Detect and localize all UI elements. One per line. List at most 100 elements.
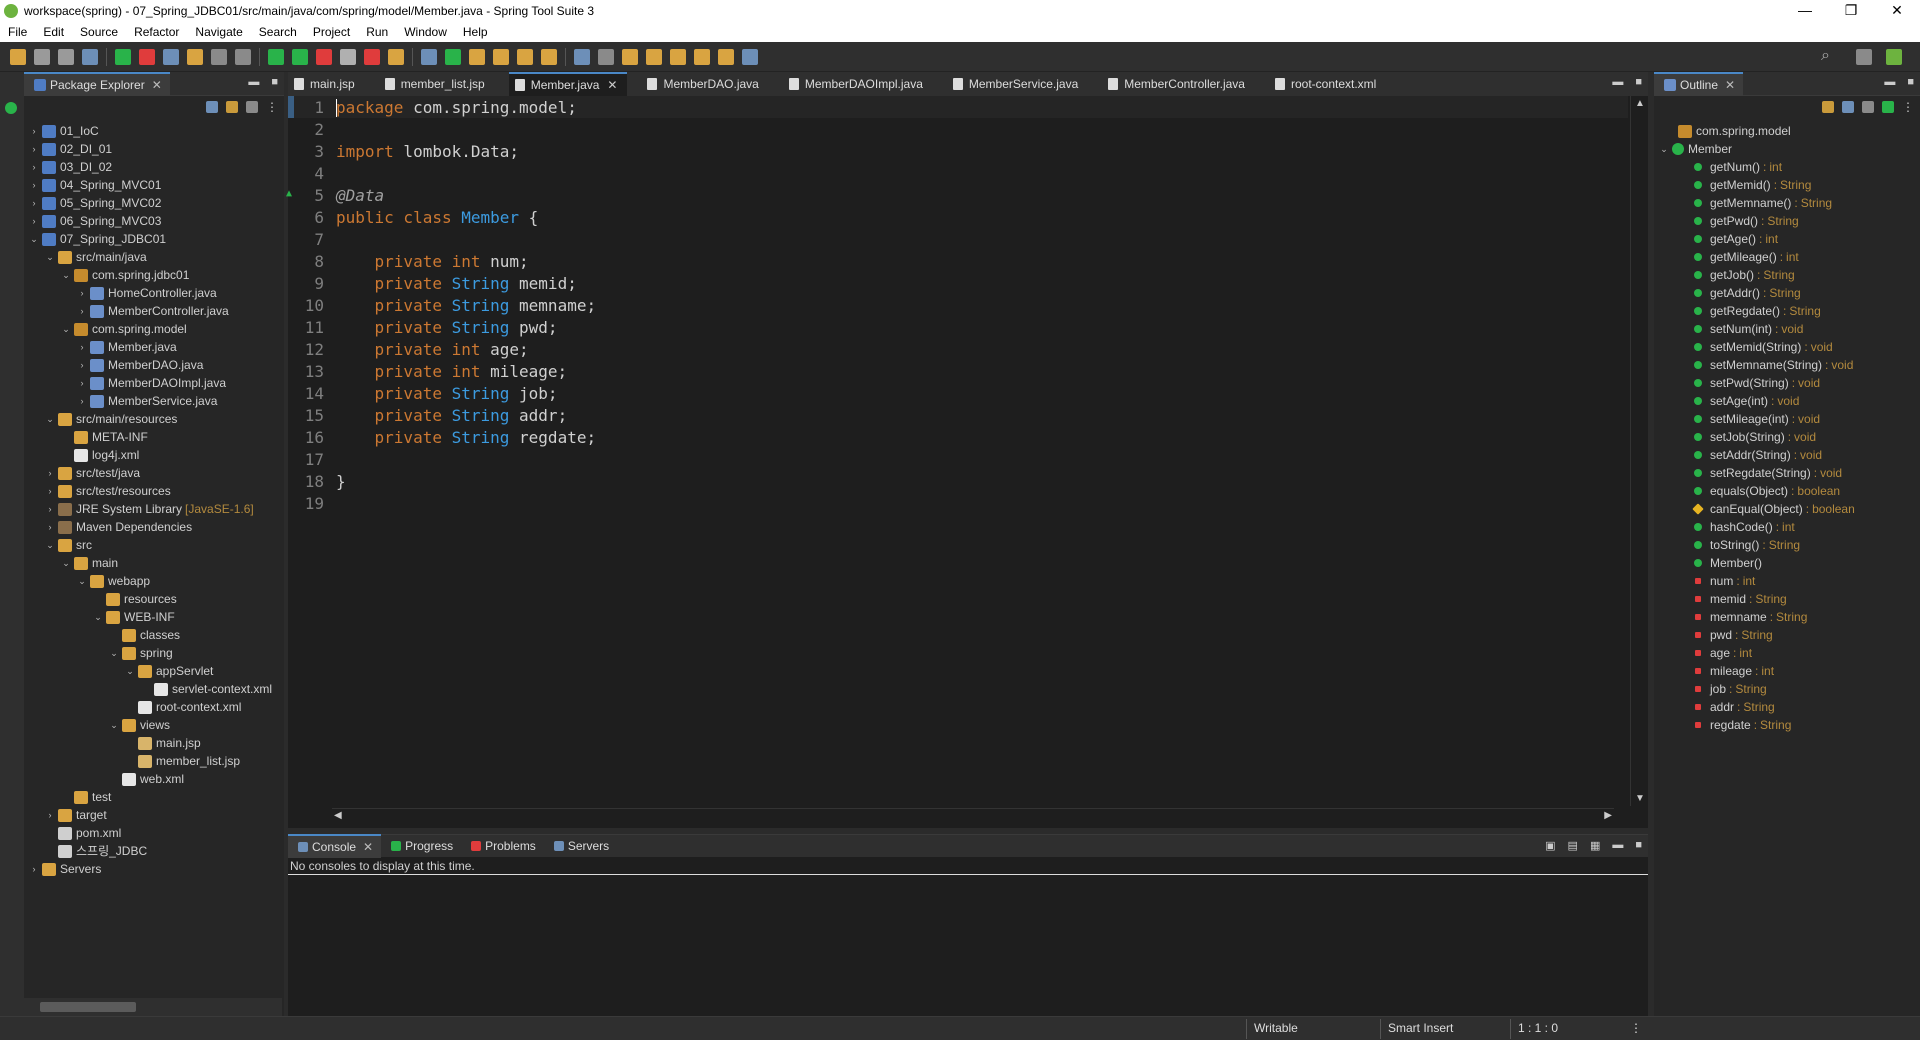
tree-item[interactable]: ⌄ main (60, 554, 118, 572)
toolbar-button-icon[interactable] (163, 48, 179, 65)
toolbar-button-icon[interactable] (115, 48, 131, 65)
code-line[interactable]: private String job; (336, 384, 558, 403)
toolbar-button-icon[interactable] (598, 48, 614, 65)
chevron-down-icon[interactable]: ⌄ (124, 662, 136, 680)
menu-item-run[interactable]: Run (358, 25, 396, 39)
tree-item[interactable]: 스프링_JDBC (44, 842, 147, 860)
tree-item[interactable]: › 06_Spring_MVC03 (28, 212, 162, 230)
toolbar-button-icon[interactable] (364, 48, 380, 65)
outline-member[interactable]: setMileage(int): void (1690, 410, 1820, 428)
toolbar-button-icon[interactable] (211, 48, 227, 65)
tree-item[interactable]: ⌄ com.spring.jdbc01 (60, 266, 189, 284)
editor-vertical-scrollbar[interactable]: ▲ ▼ (1630, 96, 1648, 806)
chevron-right-icon[interactable]: › (44, 482, 56, 500)
tab-console[interactable]: Console ✕ (288, 834, 382, 858)
tree-item[interactable]: ⌄ webapp (76, 572, 150, 590)
minimize-button[interactable]: — (1782, 0, 1828, 22)
menu-item-window[interactable]: Window (396, 25, 455, 39)
view-menu-icon[interactable]: ⋮ (1902, 100, 1914, 114)
menu-item-edit[interactable]: Edit (35, 25, 72, 39)
chevron-right-icon[interactable]: › (44, 806, 56, 824)
tree-item[interactable]: web.xml (108, 770, 184, 788)
tree-item[interactable]: root-context.xml (124, 698, 241, 716)
toolbar-button-icon[interactable] (445, 48, 461, 65)
scroll-up-icon[interactable]: ▲ (1635, 98, 1645, 109)
collapse-all-icon[interactable] (206, 101, 218, 113)
tree-item[interactable]: › 02_DI_01 (28, 140, 113, 158)
editor-tab[interactable]: MemberDAO.java (641, 72, 768, 96)
outline-member[interactable]: Member() (1690, 554, 1762, 572)
menu-item-help[interactable]: Help (455, 25, 496, 39)
pin-console-icon[interactable]: ▣ (1545, 839, 1555, 852)
toolbar-button-icon[interactable] (235, 48, 251, 65)
tree-item[interactable]: › HomeController.java (76, 284, 217, 302)
scroll-left-icon[interactable]: ◀ (334, 810, 342, 821)
chevron-down-icon[interactable]: ⌄ (28, 230, 40, 248)
code-line[interactable]: private int mileage; (336, 362, 568, 381)
code-line[interactable]: private int num; (336, 252, 529, 271)
code-line[interactable]: private int age; (336, 340, 529, 359)
tab-progress[interactable]: Progress (381, 834, 461, 858)
tree-item[interactable]: main.jsp (124, 734, 201, 752)
menu-item-refactor[interactable]: Refactor (126, 25, 187, 39)
menu-item-search[interactable]: Search (251, 25, 305, 39)
close-button[interactable]: ✕ (1874, 0, 1920, 22)
toolbar-button-icon[interactable] (646, 48, 662, 65)
toolbar-button-icon[interactable] (517, 48, 533, 65)
tree-item[interactable]: log4j.xml (60, 446, 139, 464)
hide-static-icon[interactable] (1882, 101, 1894, 113)
tree-item[interactable]: › 04_Spring_MVC01 (28, 176, 162, 194)
toolbar-button-icon[interactable] (421, 48, 437, 65)
maximize-view-icon[interactable]: ■ (271, 76, 278, 88)
toolbar-button-icon[interactable] (268, 48, 284, 65)
code-line[interactable]: private String addr; (336, 406, 568, 425)
menu-item-navigate[interactable]: Navigate (187, 25, 250, 39)
search-icon[interactable]: ⌕ (1821, 47, 1830, 65)
chevron-right-icon[interactable]: › (44, 464, 56, 482)
toolbar-button-icon[interactable] (574, 48, 590, 65)
tree-item[interactable]: ⌄ views (108, 716, 170, 734)
toolbar-button-icon[interactable] (469, 48, 485, 65)
tree-item[interactable]: ⌄ spring (108, 644, 172, 662)
horizontal-scrollbar[interactable] (24, 998, 282, 1016)
chevron-down-icon[interactable]: ⌄ (60, 320, 72, 338)
status-menu-icon[interactable]: ⋮ (1630, 1021, 1642, 1035)
outline-member[interactable]: setPwd(String): void (1690, 374, 1820, 392)
outline-member[interactable]: getRegdate(): String (1690, 302, 1821, 320)
tree-item[interactable]: › Servers (28, 860, 102, 878)
outline-member[interactable]: canEqual(Object): boolean (1690, 500, 1855, 518)
outline-member[interactable]: setAge(int): void (1690, 392, 1799, 410)
toolbar-button-icon[interactable] (139, 48, 155, 65)
tree-item[interactable]: › MemberController.java (76, 302, 229, 320)
toolbar-button-icon[interactable] (670, 48, 686, 65)
focus-icon[interactable] (246, 101, 258, 113)
code-line[interactable]: } (336, 472, 346, 491)
editor-tab[interactable]: member_list.jsp (379, 72, 495, 96)
toolbar-button-icon[interactable] (694, 48, 710, 65)
spring-boot-dashboard-icon[interactable] (5, 102, 17, 114)
chevron-down-icon[interactable]: ⌄ (44, 410, 56, 428)
tree-item[interactable]: › target (44, 806, 107, 824)
chevron-right-icon[interactable]: › (76, 392, 88, 410)
editor-tab[interactable]: Member.java ✕ (508, 72, 628, 96)
menu-item-file[interactable]: File (0, 25, 35, 39)
chevron-right-icon[interactable]: › (76, 374, 88, 392)
display-console-icon[interactable]: ▤ (1568, 839, 1578, 852)
close-icon[interactable]: ✕ (1725, 78, 1735, 92)
outline-member[interactable]: getMemname(): String (1690, 194, 1832, 212)
tree-item[interactable]: ⌄ WEB-INF (92, 608, 174, 626)
tab-package-explorer[interactable]: Package Explorer ✕ (24, 71, 170, 96)
outline-member[interactable]: getMemid(): String (1690, 176, 1811, 194)
outline-member[interactable]: hashCode(): int (1690, 518, 1795, 536)
code-line[interactable]: private String regdate; (336, 428, 597, 447)
tree-item[interactable]: › 01_IoC (28, 122, 99, 140)
tree-item[interactable]: › JRE System Library [JavaSE-1.6] (44, 500, 254, 518)
close-icon[interactable]: ✕ (363, 840, 373, 854)
outline-member[interactable]: getPwd(): String (1690, 212, 1799, 230)
tree-item[interactable]: ⌄ appServlet (124, 662, 213, 680)
outline-member[interactable]: setMemid(String): void (1690, 338, 1833, 356)
toolbar-button-icon[interactable] (718, 48, 734, 65)
chevron-right-icon[interactable]: › (44, 518, 56, 536)
tree-item[interactable]: › MemberDAOImpl.java (76, 374, 227, 392)
outline-member[interactable]: mileage: int (1690, 662, 1774, 680)
